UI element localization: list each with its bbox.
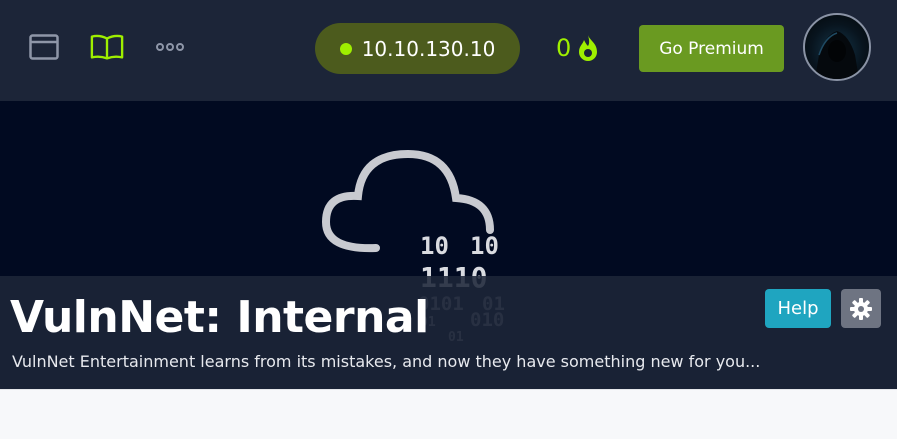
vpn-ip-indicator[interactable]: 10.10.130.10	[315, 23, 520, 74]
connection-status-dot-icon	[339, 42, 352, 55]
room-title: VulnNet: Internal	[10, 292, 429, 343]
top-navbar: 10.10.130.10 0 Go Premium	[0, 0, 897, 101]
vpn-ip-address: 10.10.130.10	[361, 36, 496, 61]
room-info-banner: VulnNet: Internal VulnNet Entertainment …	[0, 276, 897, 389]
gear-icon	[850, 297, 872, 320]
streak-count: 0	[556, 34, 572, 62]
settings-button[interactable]	[841, 289, 881, 328]
more-dots-icon[interactable]	[153, 30, 187, 64]
room-content-area	[0, 389, 897, 439]
fire-icon	[579, 35, 598, 61]
help-button[interactable]: Help	[765, 289, 831, 328]
room-hero: 10 10 1110 0101 01 01 010 01 VulnNet: In…	[0, 101, 897, 389]
book-icon[interactable]	[90, 30, 124, 64]
user-avatar[interactable]	[803, 13, 871, 81]
binary-digit: 10	[470, 232, 499, 260]
go-premium-button[interactable]: Go Premium	[639, 25, 784, 72]
browser-window-icon[interactable]	[27, 30, 61, 64]
binary-digit: 10	[420, 232, 449, 260]
streak-counter[interactable]: 0	[556, 30, 601, 66]
room-description: VulnNet Entertainment learns from its mi…	[12, 352, 761, 371]
